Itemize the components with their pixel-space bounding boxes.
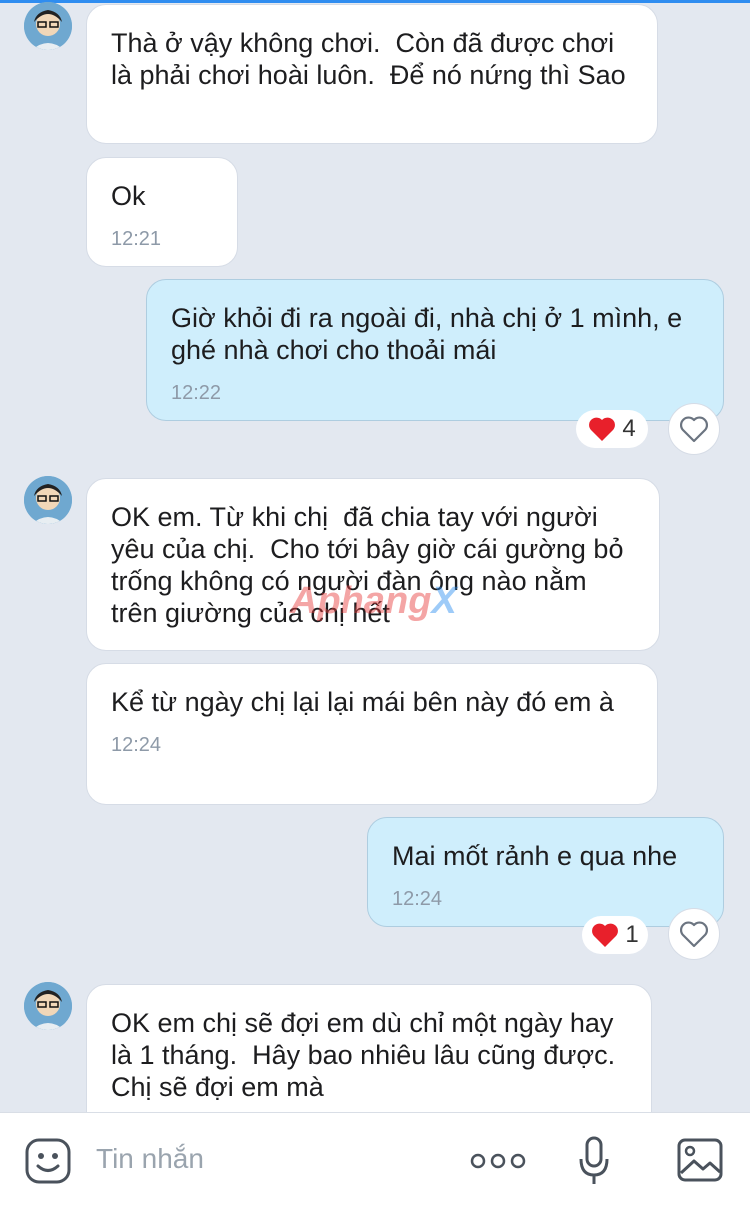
like-button[interactable] [668,908,720,960]
contact-avatar[interactable] [24,982,72,1030]
message-bubble-incoming[interactable]: Thà ở vậy không chơi. Còn đã được chơi l… [86,4,658,144]
microphone-icon[interactable] [578,1135,610,1192]
message-bubble-incoming[interactable]: Ok 12:21 [86,157,238,267]
heart-outline-icon [680,416,708,443]
chat-area[interactable]: Thà ở vậy không chơi. Còn đã được chơi l… [0,0,750,1112]
message-text: Thà ở vậy không chơi. Còn đã được chơi l… [111,28,626,90]
message-time: 12:22 [171,382,222,404]
message-bubble-outgoing[interactable]: Mai mốt rảnh e qua nhe 12:24 [367,817,724,927]
message-composer-bar: Tin nhắn [0,1112,750,1209]
reaction-badge[interactable]: 4 [576,410,648,448]
more-icon[interactable] [470,1151,526,1176]
message-input[interactable]: Tin nhắn [96,1143,204,1175]
heart-outline-icon [680,921,708,948]
message-text: OK em chị sẽ đợi em dù chỉ một ngày hay … [111,1008,631,1102]
message-time: 12:24 [111,734,162,756]
image-icon[interactable] [676,1137,724,1188]
message-bubble-incoming[interactable]: OK em chị sẽ đợi em dù chỉ một ngày hay … [86,984,652,1112]
message-text: Kể từ ngày chị lại lại mái bên này đó em… [111,687,614,717]
message-bubble-outgoing[interactable]: Giờ khỏi đi ra ngoài đi, nhà chị ở 1 mìn… [146,279,724,421]
message-text: OK em. Từ khi chị đã chia tay với người … [111,502,631,628]
message-text: Giờ khỏi đi ra ngoài đi, nhà chị ở 1 mìn… [171,303,690,365]
message-bubble-incoming[interactable]: OK em. Từ khi chị đã chia tay với người … [86,478,660,651]
message-bubble-incoming[interactable]: Kể từ ngày chị lại lại mái bên này đó em… [86,663,658,805]
message-text: Mai mốt rảnh e qua nhe [392,841,678,871]
reaction-count: 1 [625,921,639,948]
reaction-count: 4 [622,415,636,442]
message-time: 12:21 [111,228,162,250]
message-text: Ok [111,181,146,211]
heart-icon [592,923,619,947]
message-time: 12:24 [392,888,443,910]
sticker-icon[interactable] [24,1137,72,1190]
contact-avatar[interactable] [24,2,72,50]
contact-avatar[interactable] [24,476,72,524]
reaction-badge[interactable]: 1 [582,916,648,954]
heart-icon [589,417,616,441]
like-button[interactable] [668,403,720,455]
